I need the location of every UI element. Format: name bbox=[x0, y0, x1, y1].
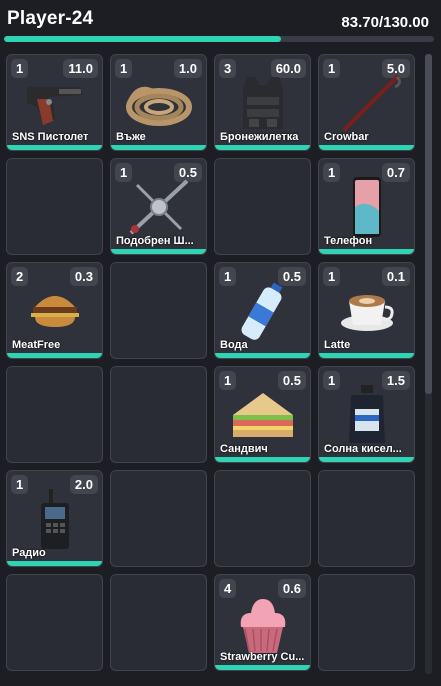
item-durability-bar bbox=[215, 145, 310, 150]
item-label: SNS Пистолет bbox=[12, 131, 89, 143]
inventory-slot-empty[interactable] bbox=[110, 366, 207, 463]
item-durability-bar bbox=[7, 145, 102, 150]
item-durability-bar bbox=[215, 457, 310, 462]
item-durability-bar bbox=[319, 249, 414, 254]
item-durability-bar bbox=[7, 561, 102, 566]
vest-icon bbox=[227, 73, 299, 133]
item-label: Бронежилетка bbox=[220, 131, 299, 143]
lockpick-icon bbox=[123, 177, 195, 237]
pistol-icon bbox=[19, 73, 91, 133]
cupcake-icon bbox=[227, 593, 299, 653]
inventory-slot-empty[interactable] bbox=[6, 158, 103, 255]
inventory-slot[interactable]: 1 2.0 Радио bbox=[6, 470, 103, 567]
item-label: Подобрен Ш... bbox=[116, 235, 194, 247]
inventory-slot[interactable]: 1 5.0 Crowbar bbox=[318, 54, 415, 151]
scrollbar-thumb[interactable] bbox=[425, 54, 432, 394]
inventory-slot[interactable]: 3 60.0 Бронежилетка bbox=[214, 54, 311, 151]
item-label: Вода bbox=[220, 339, 248, 351]
sandwich-icon bbox=[227, 385, 299, 445]
inventory-slot-empty[interactable] bbox=[214, 470, 311, 567]
item-label: Crowbar bbox=[324, 131, 369, 143]
inventory-slot[interactable]: 1 11.0 SNS Пистолет bbox=[6, 54, 103, 151]
item-label: Телефон bbox=[324, 235, 373, 247]
item-durability-bar bbox=[319, 353, 414, 358]
inventory-slot[interactable]: 4 0.6 Strawberry Cu... bbox=[214, 574, 311, 671]
item-durability-bar bbox=[215, 665, 310, 670]
inventory-grid: 1 11.0 SNS Пистолет 1 1.0 Въже 3 60.0 Бронежилет… bbox=[6, 54, 415, 671]
inventory-slot-empty[interactable] bbox=[110, 470, 207, 567]
inventory-slot-empty[interactable] bbox=[214, 158, 311, 255]
item-label: Въже bbox=[116, 131, 146, 143]
weight-bar bbox=[4, 36, 434, 42]
item-durability-bar bbox=[215, 353, 310, 358]
coffee-icon bbox=[331, 281, 403, 341]
rope-icon bbox=[123, 73, 195, 133]
inventory-slot[interactable]: 1 0.5 Сандвич bbox=[214, 366, 311, 463]
item-label: MeatFree bbox=[12, 339, 61, 351]
item-label: Сандвич bbox=[220, 443, 268, 455]
inventory-header: Player-24 83.70/130.00 bbox=[0, 0, 441, 48]
inventory-slot[interactable]: 1 1.0 Въже bbox=[110, 54, 207, 151]
burger-icon bbox=[19, 281, 91, 341]
inventory-slot[interactable]: 1 1.5 Солна кисел... bbox=[318, 366, 415, 463]
weight-bar-fill bbox=[4, 36, 281, 42]
item-durability-bar bbox=[111, 145, 206, 150]
inventory-slot-empty[interactable] bbox=[6, 574, 103, 671]
item-label: Солна кисел... bbox=[324, 443, 402, 455]
inventory-slot[interactable]: 1 0.7 Телефон bbox=[318, 158, 415, 255]
inventory-slot-empty[interactable] bbox=[110, 262, 207, 359]
radio-icon bbox=[19, 489, 91, 549]
item-label: Latte bbox=[324, 339, 351, 351]
inventory-slot-empty[interactable] bbox=[318, 574, 415, 671]
weight-readout: 83.70/130.00 bbox=[341, 14, 429, 31]
scrollbar[interactable] bbox=[425, 54, 432, 674]
player-name: Player-24 bbox=[7, 8, 94, 29]
inventory-slot-empty[interactable] bbox=[318, 470, 415, 567]
inventory-slot[interactable]: 1 0.5 Подобрен Ш... bbox=[110, 158, 207, 255]
item-label: Радио bbox=[12, 547, 46, 559]
inventory-slot-empty[interactable] bbox=[6, 366, 103, 463]
inventory-slot[interactable]: 1 0.1 Latte bbox=[318, 262, 415, 359]
inventory-slot-empty[interactable] bbox=[110, 574, 207, 671]
acid-jug-icon bbox=[331, 385, 403, 445]
inventory-slot[interactable]: 2 0.3 MeatFree bbox=[6, 262, 103, 359]
item-durability-bar bbox=[319, 145, 414, 150]
item-durability-bar bbox=[7, 353, 102, 358]
inventory-slot[interactable]: 1 0.5 Вода bbox=[214, 262, 311, 359]
item-durability-bar bbox=[319, 457, 414, 462]
crowbar-icon bbox=[331, 73, 403, 133]
item-label: Strawberry Cu... bbox=[220, 651, 305, 663]
water-bottle-icon bbox=[227, 281, 299, 341]
phone-icon bbox=[331, 177, 403, 237]
item-durability-bar bbox=[111, 249, 206, 254]
